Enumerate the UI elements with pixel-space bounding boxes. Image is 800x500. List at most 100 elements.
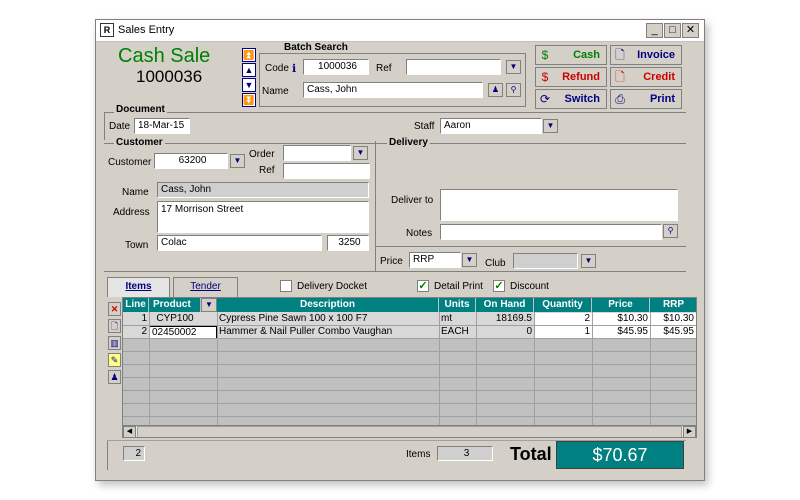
batch-ref-field[interactable] — [406, 59, 501, 75]
deliver-to-label: Deliver to — [391, 195, 434, 206]
club-dropdown-icon[interactable]: ▼ — [581, 254, 596, 268]
customer-code-field[interactable]: 63200 — [154, 153, 228, 169]
refund-button[interactable]: $ Refund — [535, 67, 607, 87]
binoculars-icon[interactable]: ⚲ — [506, 83, 521, 97]
previous-record-icon[interactable]: ▲ — [242, 63, 256, 77]
name-label: Name — [262, 86, 289, 97]
barcode-icon[interactable]: ▥ — [108, 336, 121, 350]
credit-button[interactable]: 🗋 Credit — [610, 67, 682, 87]
club-label: Club — [485, 258, 506, 269]
price-dropdown-icon[interactable]: ▼ — [462, 253, 477, 267]
delivery-docket-checkbox[interactable] — [280, 280, 292, 292]
scroll-left-icon[interactable]: ◀ — [123, 426, 136, 437]
delete-line-icon[interactable]: ✕ — [108, 302, 121, 316]
scroll-right-icon[interactable]: ▶ — [683, 426, 696, 437]
table-row-cell[interactable]: $45.95 — [592, 326, 650, 338]
col-header-line[interactable]: Line — [123, 298, 149, 312]
staff-field[interactable]: Aaron — [440, 118, 542, 134]
table-row-cell[interactable]: Hammer & Nail Puller Combo Vaughan — [217, 326, 439, 338]
customer-name-label: Name — [122, 187, 149, 198]
edit-note-icon[interactable]: ✎ — [108, 353, 121, 367]
staff-dropdown-icon[interactable]: ▼ — [543, 119, 558, 133]
cash-icon: $ — [541, 48, 549, 62]
price-field[interactable]: RRP — [409, 252, 461, 268]
scroll-thumb[interactable] — [137, 426, 682, 437]
switch-icon: ⟳ — [539, 92, 551, 106]
tabs-divider — [104, 271, 686, 272]
customer-dropdown-icon[interactable]: ▼ — [230, 154, 245, 168]
order-field[interactable] — [283, 145, 351, 161]
order-dropdown-icon[interactable]: ▼ — [353, 146, 368, 160]
tab-items[interactable]: Items — [107, 277, 170, 297]
detail-print-checkbox[interactable]: ✓ — [417, 280, 429, 292]
batch-ref-dropdown-icon[interactable]: ▼ — [506, 60, 521, 74]
town-field[interactable]: Colac — [157, 235, 322, 251]
club-field[interactable] — [513, 253, 578, 269]
switch-button-label: Switch — [564, 93, 600, 105]
last-record-icon[interactable]: ⏬ — [242, 93, 256, 107]
staff-label: Staff — [414, 121, 435, 132]
print-button[interactable]: ⎙ Print — [610, 89, 682, 109]
table-row-cell[interactable]: 2 — [534, 313, 592, 325]
col-header-description[interactable]: Description — [217, 298, 439, 312]
table-row-cell: 18169.5 — [495, 313, 532, 324]
col-header-rrp[interactable]: RRP — [650, 298, 696, 312]
delivery-docket-label: Delivery Docket — [297, 281, 368, 292]
product-dropdown-icon[interactable]: ▼ — [201, 298, 217, 312]
window-title: Sales Entry — [118, 24, 175, 36]
footer-divider-left — [107, 440, 108, 470]
delivery-divider-vertical — [375, 141, 376, 271]
table-row-cell[interactable]: EACH — [439, 326, 476, 338]
invoice-button[interactable]: 🗋 Invoice — [610, 45, 682, 65]
col-header-quantity[interactable]: Quantity — [534, 298, 592, 312]
minimize-button[interactable]: _ — [646, 23, 663, 38]
table-row-cell[interactable]: Cypress Pine Sawn 100 x 100 F7 — [217, 313, 439, 325]
title-bar: R Sales Entry _ □ ✕ — [96, 20, 704, 42]
notes-field[interactable] — [440, 224, 662, 240]
table-row-cell[interactable]: CYP100 — [149, 313, 201, 325]
horizontal-scrollbar[interactable]: ◀ ▶ — [123, 425, 696, 437]
notes-search-icon[interactable]: ⚲ — [663, 224, 678, 238]
table-row-cell: 2 — [141, 326, 147, 337]
sale-number: 1000036 — [136, 67, 203, 86]
deliver-to-field[interactable] — [440, 189, 678, 221]
switch-button[interactable]: ⟳ Switch — [535, 89, 607, 109]
invoice-icon: 🗋 — [615, 48, 625, 62]
notes-label: Notes — [406, 228, 433, 239]
next-record-icon[interactable]: ▼ — [242, 78, 256, 92]
total-value: $70.67 — [556, 441, 684, 469]
invoice-button-label: Invoice — [637, 49, 675, 61]
first-record-icon[interactable]: ⏫ — [242, 48, 256, 62]
table-row-cell[interactable]: $10.30 — [592, 313, 650, 325]
col-header-product[interactable]: Product — [149, 298, 201, 312]
col-header-price[interactable]: Price — [592, 298, 650, 312]
date-field[interactable]: 18-Mar-15 — [134, 118, 190, 134]
printer-icon: ⎙ — [615, 92, 625, 106]
credit-icon: 🗋 — [615, 70, 625, 84]
code-label: Code — [265, 63, 289, 74]
delivery-title: Delivery — [387, 137, 430, 148]
discount-checkbox[interactable]: ✓ — [493, 280, 505, 292]
table-row-cell: $45.95 — [650, 326, 696, 338]
batch-name-field[interactable]: Cass, John — [303, 82, 483, 98]
customer-label: Customer — [108, 157, 152, 168]
date-label: Date — [109, 121, 131, 132]
order-ref-field[interactable] — [283, 163, 370, 179]
address-field[interactable]: 17 Morrison Street — [157, 201, 369, 233]
new-document-icon[interactable]: 🗋 — [108, 319, 121, 333]
close-button[interactable]: ✕ — [682, 23, 699, 38]
postcode-field[interactable]: 3250 — [327, 235, 369, 251]
stock-lookup-icon[interactable]: ♟ — [108, 370, 121, 384]
person-search-icon[interactable]: ♟ — [488, 83, 503, 97]
town-label: Town — [125, 240, 149, 251]
table-row-cell[interactable]: mt — [439, 313, 476, 325]
tab-tender[interactable]: Tender — [173, 277, 238, 297]
table-row-cell[interactable]: 1 — [534, 326, 592, 338]
code-field[interactable]: 1000036 — [303, 59, 369, 75]
cash-button[interactable]: $ Cash — [535, 45, 607, 65]
customer-name-field[interactable]: Cass, John — [157, 182, 369, 198]
col-header-units[interactable]: Units — [439, 298, 476, 312]
col-header-on-hand[interactable]: On Hand — [476, 298, 534, 312]
maximize-button[interactable]: □ — [664, 23, 681, 38]
items-grid: Line Product ▼ Description Units On Hand… — [122, 297, 697, 438]
